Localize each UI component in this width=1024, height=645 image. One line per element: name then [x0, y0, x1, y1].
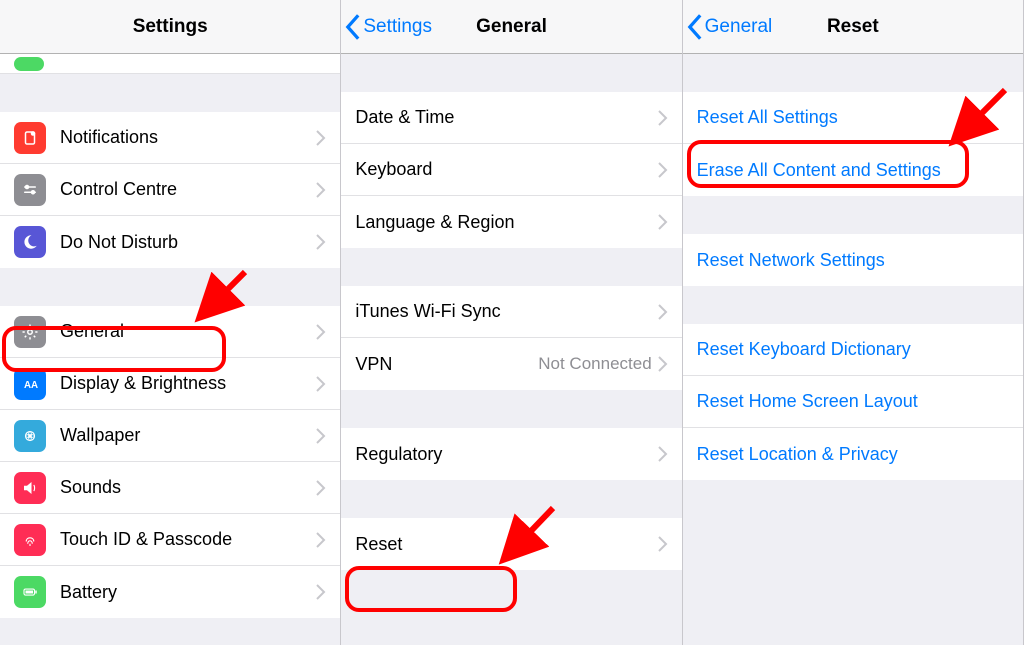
gear-icon — [14, 316, 46, 348]
row-dnd[interactable]: Do Not Disturb — [0, 216, 340, 268]
svg-text:AA: AA — [24, 379, 38, 390]
fingerprint-icon — [14, 524, 46, 556]
chevron-right-icon — [316, 480, 326, 496]
chevron-right-icon — [316, 130, 326, 146]
nav-title: Reset — [827, 16, 879, 38]
row-label: General — [60, 321, 316, 342]
row-label: Display & Brightness — [60, 373, 316, 394]
row-label: Erase All Content and Settings — [697, 160, 1009, 181]
display-icon: AA — [14, 368, 46, 400]
row-reset[interactable]: Reset — [341, 518, 681, 570]
row-control-centre[interactable]: Control Centre — [0, 164, 340, 216]
row-label: Reset Location & Privacy — [697, 444, 1009, 465]
chevron-right-icon — [316, 182, 326, 198]
chevron-right-icon — [658, 162, 668, 178]
row-notifications[interactable]: Notifications — [0, 112, 340, 164]
row-date-time[interactable]: Date & Time — [341, 92, 681, 144]
chevron-right-icon — [658, 110, 668, 126]
back-label: General — [705, 16, 773, 38]
row-label: Reset Network Settings — [697, 250, 1009, 271]
nav-title: Settings — [133, 16, 208, 38]
row-label: Wallpaper — [60, 425, 316, 446]
row-language[interactable]: Language & Region — [341, 196, 681, 248]
navbar-reset: General Reset — [683, 0, 1023, 54]
row-reset-location[interactable]: Reset Location & Privacy — [683, 428, 1023, 480]
toggle-indicator-icon — [14, 57, 44, 71]
chevron-right-icon — [316, 532, 326, 548]
row-touchid[interactable]: Touch ID & Passcode — [0, 514, 340, 566]
chevron-right-icon — [658, 304, 668, 320]
back-button[interactable]: Settings — [345, 14, 432, 40]
row-sounds[interactable]: Sounds — [0, 462, 340, 514]
row-general[interactable]: General — [0, 306, 340, 358]
row-label: Sounds — [60, 477, 316, 498]
row-label: Regulatory — [355, 444, 657, 465]
row-reset-home[interactable]: Reset Home Screen Layout — [683, 376, 1023, 428]
notifications-icon — [14, 122, 46, 154]
chevron-right-icon — [658, 356, 668, 372]
row-regulatory[interactable]: Regulatory — [341, 428, 681, 480]
settings-pane: Settings Notifications Control Centre — [0, 0, 341, 645]
row-reset-all[interactable]: Reset All Settings — [683, 92, 1023, 144]
row-label: Language & Region — [355, 212, 657, 233]
row-vpn[interactable]: VPN Not Connected — [341, 338, 681, 390]
back-button[interactable]: General — [687, 14, 773, 40]
chevron-right-icon — [316, 376, 326, 392]
row-wallpaper[interactable]: Wallpaper — [0, 410, 340, 462]
sounds-icon — [14, 472, 46, 504]
row-label: Touch ID & Passcode — [60, 529, 316, 550]
row-battery[interactable]: Battery — [0, 566, 340, 618]
row-label: Battery — [60, 582, 316, 603]
row-display[interactable]: AA Display & Brightness — [0, 358, 340, 410]
chevron-right-icon — [658, 214, 668, 230]
nav-title: General — [476, 16, 547, 38]
row-label: Control Centre — [60, 179, 316, 200]
navbar-settings: Settings — [0, 0, 340, 54]
toggle-strip — [0, 54, 340, 74]
row-erase-all[interactable]: Erase All Content and Settings — [683, 144, 1023, 196]
reset-pane: General Reset Reset All Settings Erase A… — [683, 0, 1024, 645]
chevron-right-icon — [316, 324, 326, 340]
chevron-right-icon — [316, 234, 326, 250]
battery-icon — [14, 576, 46, 608]
navbar-general: Settings General — [341, 0, 681, 54]
control-centre-icon — [14, 174, 46, 206]
back-label: Settings — [363, 16, 432, 38]
row-detail: Not Connected — [538, 354, 651, 374]
row-reset-network[interactable]: Reset Network Settings — [683, 234, 1023, 286]
row-label: Date & Time — [355, 107, 657, 128]
row-keyboard[interactable]: Keyboard — [341, 144, 681, 196]
row-label: Notifications — [60, 127, 316, 148]
chevron-right-icon — [316, 584, 326, 600]
chevron-right-icon — [658, 536, 668, 552]
row-label: Reset Keyboard Dictionary — [697, 339, 1009, 360]
row-label: iTunes Wi-Fi Sync — [355, 301, 657, 322]
row-label: Reset Home Screen Layout — [697, 391, 1009, 412]
chevron-right-icon — [658, 446, 668, 462]
row-label: VPN — [355, 354, 538, 375]
row-label: Reset — [355, 534, 657, 555]
row-label: Do Not Disturb — [60, 232, 316, 253]
row-itunes-wifi[interactable]: iTunes Wi-Fi Sync — [341, 286, 681, 338]
moon-icon — [14, 226, 46, 258]
row-label: Keyboard — [355, 159, 657, 180]
row-label: Reset All Settings — [697, 107, 1009, 128]
chevron-right-icon — [316, 428, 326, 444]
general-pane: Settings General Date & Time Keyboard La… — [341, 0, 682, 645]
wallpaper-icon — [14, 420, 46, 452]
row-reset-keyboard-dict[interactable]: Reset Keyboard Dictionary — [683, 324, 1023, 376]
